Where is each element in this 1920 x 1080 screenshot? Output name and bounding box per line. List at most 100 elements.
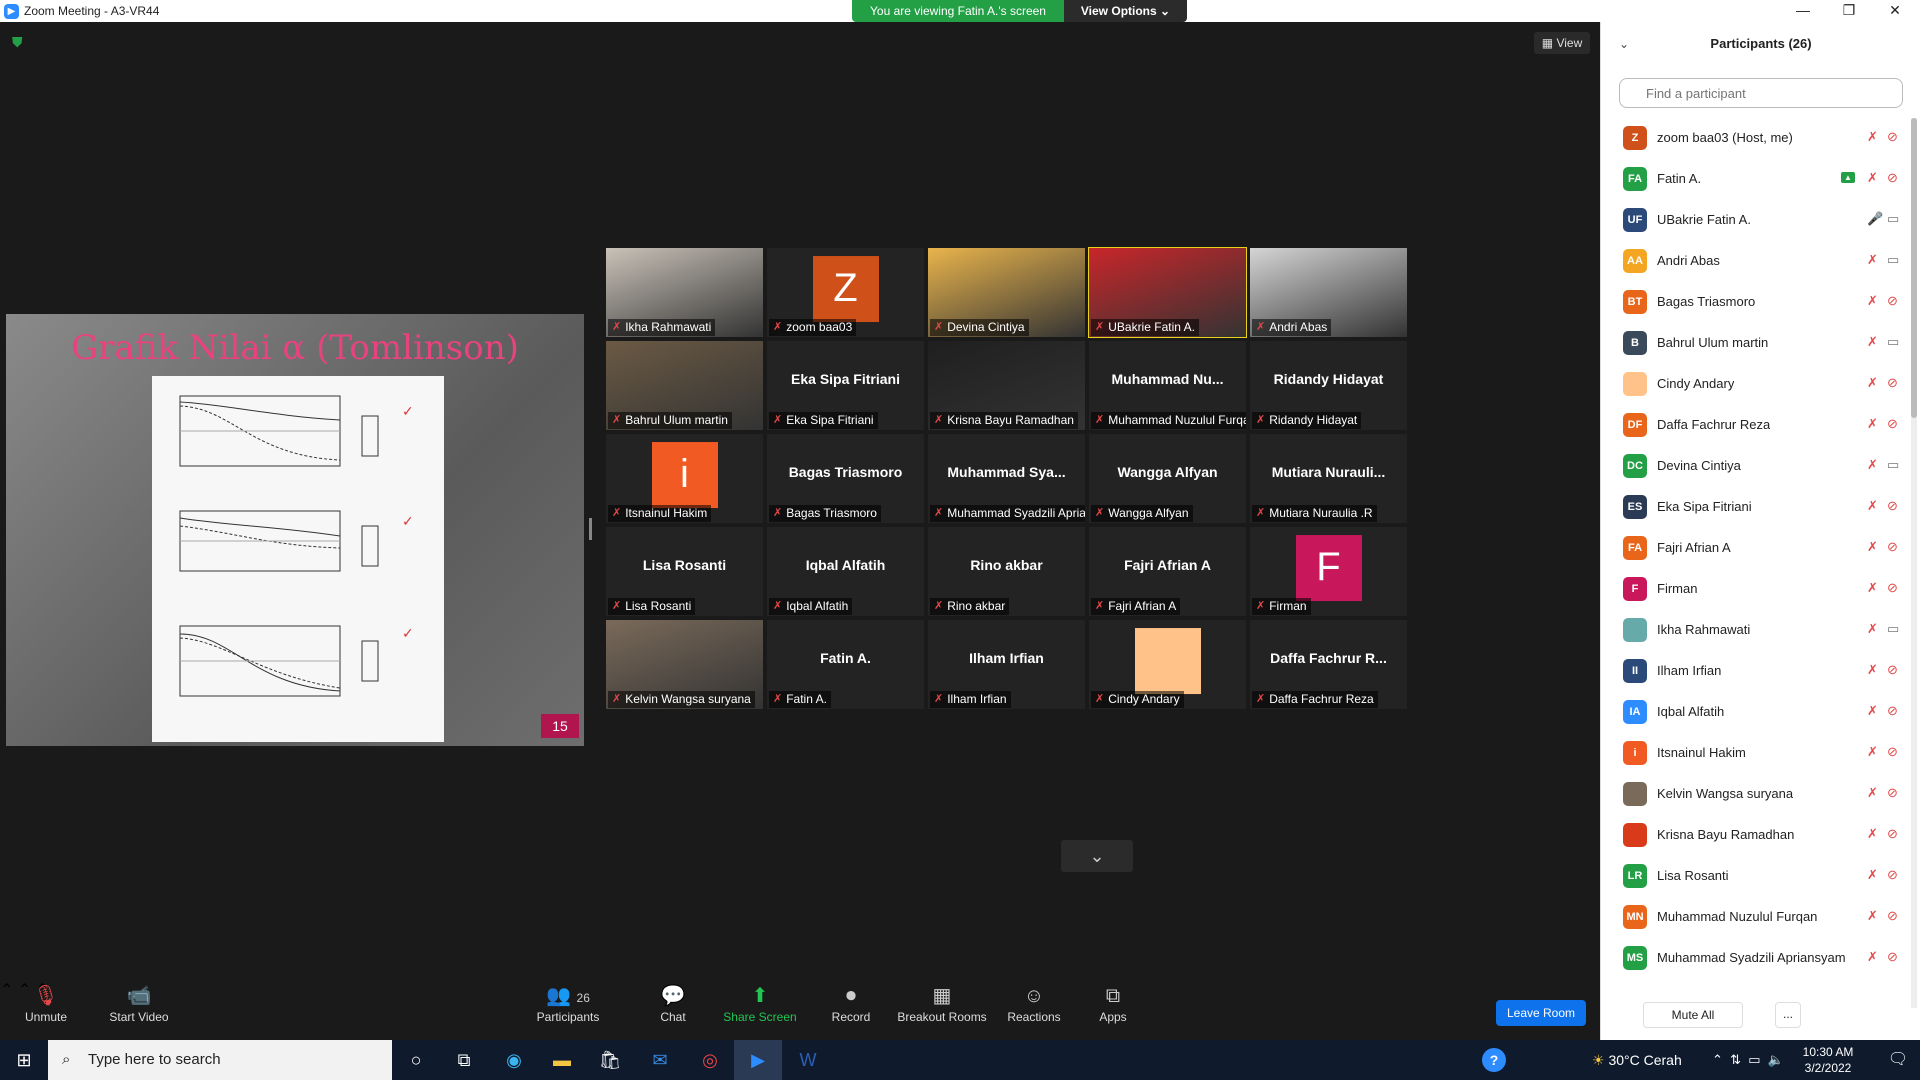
shared-screen[interactable]: Grafik Nilai α (Tomlinson) ✓ ✓ ✓ 15 bbox=[6, 314, 584, 746]
video-off-icon[interactable]: ⊘ bbox=[1887, 703, 1898, 719]
video-off-icon[interactable]: ⊘ bbox=[1887, 129, 1898, 145]
participant-list-scrollbar[interactable] bbox=[1911, 118, 1917, 1008]
split-view-divider[interactable] bbox=[589, 518, 592, 540]
mic-muted-icon[interactable]: ✗ bbox=[1867, 908, 1878, 924]
mic-muted-icon[interactable]: ✗ bbox=[1867, 867, 1878, 883]
participant-row[interactable]: ES Eka Sipa Fitriani ✗ ⊘ bbox=[1601, 487, 1909, 528]
mic-icon[interactable]: 🎤 bbox=[1867, 211, 1883, 227]
video-tile[interactable]: ✗ Andri Abas bbox=[1250, 248, 1407, 337]
participant-row[interactable]: Zzoom baa03 (Host, me) ✗ ⊘ bbox=[1601, 118, 1909, 159]
participant-row[interactable]: II Ilham Irfian ✗ ⊘ bbox=[1601, 651, 1909, 692]
video-off-icon[interactable]: ⊘ bbox=[1887, 293, 1898, 309]
restore-button[interactable]: ❐ bbox=[1826, 0, 1872, 22]
participants-button[interactable]: 👥 26 Participants bbox=[530, 980, 606, 1040]
video-off-icon[interactable]: ⊘ bbox=[1887, 908, 1898, 924]
video-off-icon[interactable]: ⊘ bbox=[1887, 867, 1898, 883]
mic-muted-icon[interactable]: ✗ bbox=[1867, 703, 1878, 719]
participant-search-input[interactable] bbox=[1619, 78, 1903, 108]
unmute-button[interactable]: 🎙 Unmute bbox=[20, 980, 72, 1040]
video-tile[interactable]: Wangga Alfyan ✗ Wangga Alfyan bbox=[1089, 434, 1246, 523]
video-tile[interactable]: ✗ Krisna Bayu Ramadhan bbox=[928, 341, 1085, 430]
video-tile[interactable]: Z ✗ zoom baa03 bbox=[767, 248, 924, 337]
participant-row[interactable]: IA Iqbal Alfatih ✗ ⊘ bbox=[1601, 692, 1909, 733]
video-tile[interactable]: Muhammad Nu... ✗ Muhammad Nuzulul Furqan bbox=[1089, 341, 1246, 430]
minimize-button[interactable]: — bbox=[1780, 0, 1826, 22]
close-button[interactable]: ✕ bbox=[1872, 0, 1918, 22]
microsoft-store-icon[interactable]: 🛍 bbox=[586, 1040, 634, 1080]
video-icon[interactable]: ▭ bbox=[1887, 252, 1899, 268]
record-button[interactable]: ⏺ Record bbox=[826, 980, 876, 1040]
participant-row[interactable]: Ikha Rahmawati ✗ ▭ bbox=[1601, 610, 1909, 651]
notification-icon[interactable]: 🗨 bbox=[1878, 1040, 1918, 1080]
system-tray[interactable]: ⌃ ⇅ ▭ 🔈 bbox=[1712, 1040, 1784, 1080]
display-icon[interactable]: ▭ bbox=[1748, 1052, 1760, 1067]
mic-muted-icon[interactable]: ✗ bbox=[1867, 334, 1878, 350]
tray-chevron-icon[interactable]: ⌃ bbox=[1712, 1052, 1723, 1067]
network-icon[interactable]: ⇅ bbox=[1730, 1052, 1741, 1067]
video-tile[interactable]: Ilham Irfian ✗ Ilham Irfian bbox=[928, 620, 1085, 709]
participant-row[interactable]: AA Andri Abas ✗ ▭ bbox=[1601, 241, 1909, 282]
taskbar-search-box[interactable]: Type here to search bbox=[48, 1040, 392, 1080]
mic-muted-icon[interactable]: ✗ bbox=[1867, 293, 1878, 309]
video-tile[interactable]: ✗ Ikha Rahmawati bbox=[606, 248, 763, 337]
cortana-icon[interactable]: ○ bbox=[392, 1040, 440, 1080]
participant-row[interactable]: LR Lisa Rosanti ✗ ⊘ bbox=[1601, 856, 1909, 897]
video-tile[interactable]: F ✗ Firman bbox=[1250, 527, 1407, 616]
audio-options-caret[interactable]: ⌃ bbox=[0, 982, 13, 999]
participant-row[interactable]: F Firman ✗ ⊘ bbox=[1601, 569, 1909, 610]
leave-room-button[interactable]: Leave Room bbox=[1496, 1000, 1586, 1026]
mic-muted-icon[interactable]: ✗ bbox=[1867, 580, 1878, 596]
video-icon[interactable]: ▭ bbox=[1887, 334, 1899, 350]
mic-muted-icon[interactable]: ✗ bbox=[1867, 949, 1878, 965]
participant-row[interactable]: FA Fatin A. ▲ ✗ ⊘ bbox=[1601, 159, 1909, 200]
video-tile[interactable]: Mutiara Nurauli... ✗ Mutiara Nuraulia .R bbox=[1250, 434, 1407, 523]
volume-icon[interactable]: 🔈 bbox=[1768, 1052, 1784, 1067]
chrome-icon[interactable]: ◎ bbox=[686, 1040, 734, 1080]
video-off-icon[interactable]: ⊘ bbox=[1887, 498, 1898, 514]
security-shield-icon[interactable]: ⛊ bbox=[12, 34, 26, 50]
video-tile[interactable]: Eka Sipa Fitriani ✗ Eka Sipa Fitriani bbox=[767, 341, 924, 430]
video-tile[interactable]: ✗ Bahrul Ulum martin bbox=[606, 341, 763, 430]
video-off-icon[interactable]: ⊘ bbox=[1887, 375, 1898, 391]
view-button[interactable]: ▦ View bbox=[1534, 32, 1590, 54]
video-off-icon[interactable]: ⊘ bbox=[1887, 785, 1898, 801]
file-explorer-icon[interactable]: ▬ bbox=[538, 1040, 586, 1080]
participant-row[interactable]: Kelvin Wangsa suryana ✗ ⊘ bbox=[1601, 774, 1909, 815]
mic-muted-icon[interactable]: ✗ bbox=[1867, 826, 1878, 842]
video-tile[interactable]: Lisa Rosanti ✗ Lisa Rosanti bbox=[606, 527, 763, 616]
help-icon[interactable]: ? bbox=[1482, 1048, 1506, 1072]
participant-row[interactable]: DC Devina Cintiya ✗ ▭ bbox=[1601, 446, 1909, 487]
video-icon[interactable]: ▭ bbox=[1887, 211, 1899, 227]
mic-muted-icon[interactable]: ✗ bbox=[1867, 785, 1878, 801]
mic-muted-icon[interactable]: ✗ bbox=[1867, 539, 1878, 555]
video-tile[interactable]: Fatin A. ✗ Fatin A. bbox=[767, 620, 924, 709]
participant-row[interactable]: Cindy Andary ✗ ⊘ bbox=[1601, 364, 1909, 405]
video-tile[interactable]: i ✗ Itsnainul Hakim bbox=[606, 434, 763, 523]
mic-muted-icon[interactable]: ✗ bbox=[1867, 662, 1878, 678]
weather-widget[interactable]: ☀ 30°C Cerah bbox=[1592, 1040, 1682, 1080]
video-off-icon[interactable]: ⊘ bbox=[1887, 744, 1898, 760]
video-off-icon[interactable]: ⊘ bbox=[1887, 170, 1898, 186]
more-options-button[interactable]: ... bbox=[1775, 1002, 1801, 1028]
participant-row[interactable]: MS Muhammad Syadzili Apriansyam ✗ ⊘ bbox=[1601, 938, 1909, 979]
participant-row[interactable]: i Itsnainul Hakim ✗ ⊘ bbox=[1601, 733, 1909, 774]
mic-muted-icon[interactable]: ✗ bbox=[1867, 416, 1878, 432]
video-tile[interactable]: ✗ Cindy Andary bbox=[1089, 620, 1246, 709]
participant-row[interactable]: BT Bagas Triasmoro ✗ ⊘ bbox=[1601, 282, 1909, 323]
video-tile[interactable]: Muhammad Sya... ✗ Muhammad Syadzili Apria.… bbox=[928, 434, 1085, 523]
video-off-icon[interactable]: ⊘ bbox=[1887, 539, 1898, 555]
apps-button[interactable]: ⧉ Apps bbox=[1092, 980, 1134, 1040]
video-tile[interactable]: ✗ UBakrie Fatin A. bbox=[1088, 247, 1247, 338]
video-icon[interactable]: ▭ bbox=[1887, 621, 1899, 637]
video-off-icon[interactable]: ⊘ bbox=[1887, 949, 1898, 965]
video-off-icon[interactable]: ⊘ bbox=[1887, 826, 1898, 842]
zoom-taskbar-icon[interactable]: ▶ bbox=[734, 1040, 782, 1080]
video-tile[interactable]: Bagas Triasmoro ✗ Bagas Triasmoro bbox=[767, 434, 924, 523]
mic-muted-icon[interactable]: ✗ bbox=[1867, 252, 1878, 268]
scrollbar-thumb[interactable] bbox=[1911, 118, 1917, 418]
video-tile[interactable]: Rino akbar ✗ Rino akbar bbox=[928, 527, 1085, 616]
video-tile[interactable]: Daffa Fachrur R... ✗ Daffa Fachrur Reza bbox=[1250, 620, 1407, 709]
mail-icon[interactable]: ✉ bbox=[636, 1040, 684, 1080]
participant-row[interactable]: UF UBakrie Fatin A. 🎤 ▭ bbox=[1601, 200, 1909, 241]
participant-row[interactable]: DF Daffa Fachrur Reza ✗ ⊘ bbox=[1601, 405, 1909, 446]
